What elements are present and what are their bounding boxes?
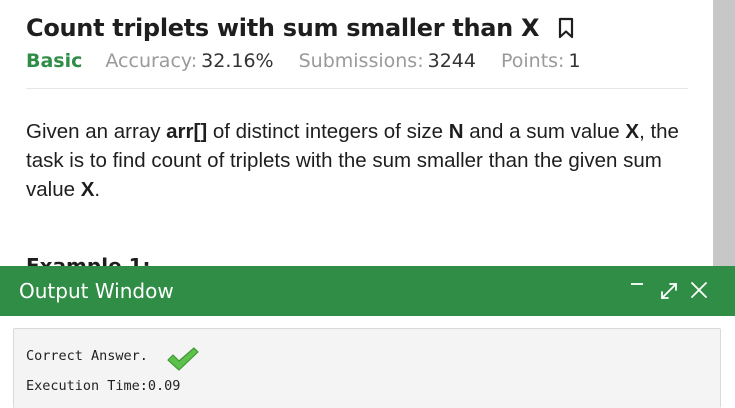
output-window: Output Window Correct Answer. Execution … (0, 266, 735, 408)
desc-text: . (94, 178, 101, 201)
execution-time: Execution Time:0.09 (26, 378, 181, 394)
divider (26, 88, 688, 89)
desc-text: and a sum value (463, 120, 626, 143)
problem-description: Given an array arr[] of distinct integer… (26, 117, 694, 204)
points-value: 1 (568, 50, 581, 72)
submissions-label: Submissions: (298, 50, 424, 72)
title-row: Count triplets with sum smaller than X (26, 14, 575, 42)
accuracy-label: Accuracy: (105, 50, 198, 72)
minimize-icon[interactable] (625, 277, 651, 303)
output-window-title: Output Window (19, 279, 174, 303)
bookmark-icon[interactable] (557, 16, 575, 40)
expand-icon[interactable] (656, 277, 682, 303)
desc-arr: arr[] (166, 120, 208, 143)
accuracy-value: 32.16% (201, 50, 274, 72)
close-icon[interactable] (686, 277, 712, 303)
problem-meta: Basic Accuracy: 32.16% Submissions: 3244… (26, 50, 606, 72)
output-window-header[interactable]: Output Window (0, 266, 735, 316)
submissions-value: 3244 (427, 50, 476, 72)
result-text: Correct Answer. (26, 348, 148, 364)
checkmark-icon (166, 346, 200, 372)
desc-n: N (448, 120, 464, 143)
problem-title: Count triplets with sum smaller than X (26, 14, 540, 42)
points-label: Points: (500, 50, 565, 72)
desc-text: of distinct integers of size (207, 120, 449, 143)
desc-x: X (625, 120, 640, 143)
output-console: Correct Answer. Execution Time:0.09 (13, 328, 721, 408)
desc-text: Given an array (26, 120, 167, 143)
desc-x: X (80, 178, 95, 201)
difficulty-badge: Basic (26, 50, 83, 72)
